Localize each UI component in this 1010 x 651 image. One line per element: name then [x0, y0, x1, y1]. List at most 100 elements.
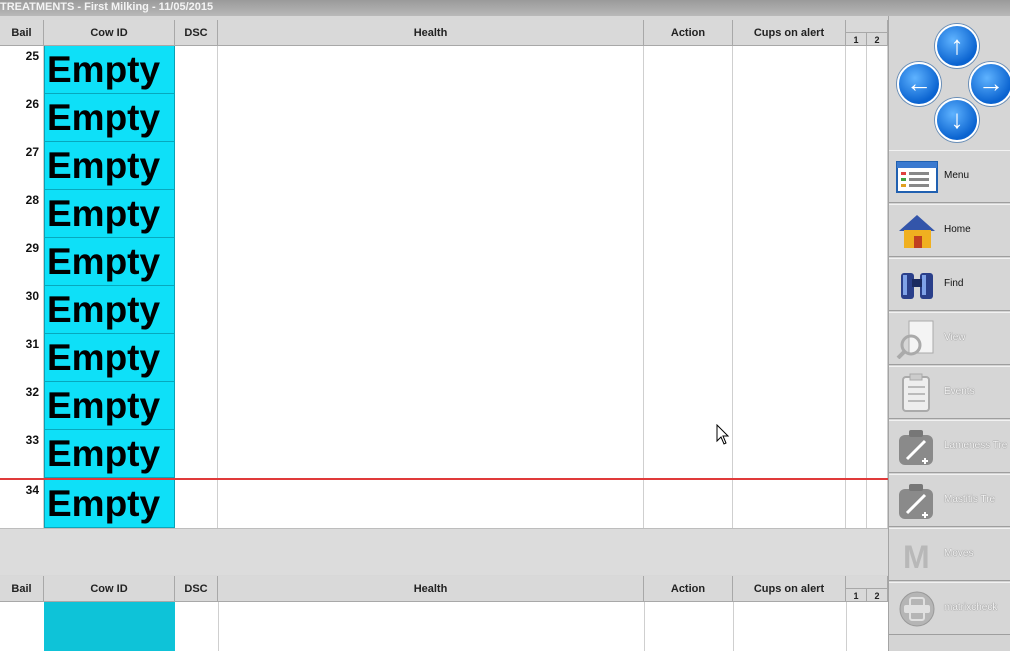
- c2-cell[interactable]: [867, 238, 888, 286]
- action-cell[interactable]: [644, 382, 733, 430]
- sidebar-button-matrixcheck[interactable]: matrixcheck: [889, 582, 1010, 635]
- cow-id-cell[interactable]: Empty: [44, 480, 175, 528]
- sidebar-button-view[interactable]: View: [889, 312, 1010, 365]
- sidebar-button-mastitis-tre[interactable]: Mastitis Tre: [889, 474, 1010, 527]
- action-cell[interactable]: [644, 142, 733, 190]
- bail-number-cell[interactable]: 29: [0, 238, 44, 286]
- sidebar-button-menu[interactable]: Menu: [889, 150, 1010, 203]
- health-cell[interactable]: [218, 94, 644, 142]
- health-cell[interactable]: [218, 334, 644, 382]
- lower-header-cups-on-alert[interactable]: Cups on alert: [733, 576, 846, 602]
- health-cell[interactable]: [218, 286, 644, 334]
- cups-cell[interactable]: [733, 238, 846, 286]
- action-cell[interactable]: [644, 46, 733, 94]
- dsc-cell[interactable]: [175, 238, 218, 286]
- c1-cell[interactable]: [846, 334, 867, 382]
- cups-cell[interactable]: [733, 46, 846, 94]
- c1-cell[interactable]: [846, 430, 867, 478]
- cups-cell[interactable]: [733, 430, 846, 478]
- dsc-cell[interactable]: [175, 286, 218, 334]
- cow-id-cell[interactable]: Empty: [44, 142, 175, 190]
- c1-cell[interactable]: [846, 46, 867, 94]
- header-cow-id[interactable]: Cow ID: [44, 20, 175, 46]
- cow-id-cell[interactable]: Empty: [44, 430, 175, 478]
- sidebar-button-events[interactable]: Events: [889, 366, 1010, 419]
- cups-cell[interactable]: [733, 94, 846, 142]
- lower-header-cow-id[interactable]: Cow ID: [44, 576, 175, 602]
- c1-cell[interactable]: [846, 142, 867, 190]
- header-action[interactable]: Action: [644, 20, 733, 46]
- lower-header-dsc[interactable]: DSC: [175, 576, 218, 602]
- left-arrow-icon[interactable]: ←: [897, 62, 941, 106]
- action-cell[interactable]: [644, 238, 733, 286]
- lower-cow-id-cell[interactable]: [44, 602, 175, 651]
- health-cell[interactable]: [218, 480, 644, 528]
- c2-cell[interactable]: [867, 382, 888, 430]
- health-cell[interactable]: [218, 190, 644, 238]
- dsc-cell[interactable]: [175, 190, 218, 238]
- table-row[interactable]: 29 Empty: [0, 238, 888, 286]
- up-arrow-icon[interactable]: ↑: [935, 24, 979, 68]
- c1-cell[interactable]: [846, 480, 867, 528]
- down-arrow-icon[interactable]: ↓: [935, 98, 979, 142]
- sidebar-button-home[interactable]: Home: [889, 204, 1010, 257]
- cow-id-cell[interactable]: Empty: [44, 238, 175, 286]
- c2-cell[interactable]: [867, 94, 888, 142]
- cups-cell[interactable]: [733, 190, 846, 238]
- lower-table-row[interactable]: [0, 602, 888, 651]
- dsc-cell[interactable]: [175, 430, 218, 478]
- c2-cell[interactable]: [867, 430, 888, 478]
- health-cell[interactable]: [218, 142, 644, 190]
- lower-header-health[interactable]: Health: [218, 576, 644, 602]
- table-row[interactable]: 32 Empty: [0, 382, 888, 430]
- cow-id-cell[interactable]: Empty: [44, 286, 175, 334]
- sidebar-button-find[interactable]: Find: [889, 258, 1010, 311]
- bail-number-cell[interactable]: 25: [0, 46, 44, 94]
- header-cups-on-alert[interactable]: Cups on alert: [733, 20, 846, 46]
- c1-cell[interactable]: [846, 94, 867, 142]
- cow-id-cell[interactable]: Empty: [44, 94, 175, 142]
- table-row[interactable]: 27 Empty: [0, 142, 888, 190]
- action-cell[interactable]: [644, 286, 733, 334]
- cups-cell[interactable]: [733, 480, 846, 528]
- action-cell[interactable]: [644, 480, 733, 528]
- bail-number-cell[interactable]: 33: [0, 430, 44, 478]
- cups-cell[interactable]: [733, 142, 846, 190]
- c2-cell[interactable]: [867, 190, 888, 238]
- table-row[interactable]: 33 Empty: [0, 430, 888, 478]
- dsc-cell[interactable]: [175, 334, 218, 382]
- bail-number-cell[interactable]: 26: [0, 94, 44, 142]
- table-row[interactable]: 28 Empty: [0, 190, 888, 238]
- action-cell[interactable]: [644, 190, 733, 238]
- bail-number-cell[interactable]: 27: [0, 142, 44, 190]
- header-bail[interactable]: Bail: [0, 20, 44, 46]
- dsc-cell[interactable]: [175, 480, 218, 528]
- bail-number-cell[interactable]: 28: [0, 190, 44, 238]
- c2-cell[interactable]: [867, 480, 888, 528]
- c1-cell[interactable]: [846, 286, 867, 334]
- action-cell[interactable]: [644, 334, 733, 382]
- health-cell[interactable]: [218, 46, 644, 94]
- dsc-cell[interactable]: [175, 142, 218, 190]
- lower-header-action[interactable]: Action: [644, 576, 733, 602]
- table-row[interactable]: 26 Empty: [0, 94, 888, 142]
- action-cell[interactable]: [644, 94, 733, 142]
- table-row[interactable]: 34 Empty: [0, 478, 888, 528]
- c2-cell[interactable]: [867, 334, 888, 382]
- table-row[interactable]: 31 Empty: [0, 334, 888, 382]
- c1-cell[interactable]: [846, 382, 867, 430]
- bail-number-cell[interactable]: 31: [0, 334, 44, 382]
- bail-number-cell[interactable]: 30: [0, 286, 44, 334]
- right-arrow-icon[interactable]: →: [969, 62, 1010, 106]
- bail-number-cell[interactable]: 34: [0, 480, 44, 528]
- cups-cell[interactable]: [733, 334, 846, 382]
- c2-cell[interactable]: [867, 142, 888, 190]
- c2-cell[interactable]: [867, 46, 888, 94]
- lower-header-bail[interactable]: Bail: [0, 576, 44, 602]
- cow-id-cell[interactable]: Empty: [44, 382, 175, 430]
- dsc-cell[interactable]: [175, 94, 218, 142]
- c2-cell[interactable]: [867, 286, 888, 334]
- table-row[interactable]: 30 Empty: [0, 286, 888, 334]
- sidebar-button-lameness-tre[interactable]: Lameness Tre: [889, 420, 1010, 473]
- bail-number-cell[interactable]: 32: [0, 382, 44, 430]
